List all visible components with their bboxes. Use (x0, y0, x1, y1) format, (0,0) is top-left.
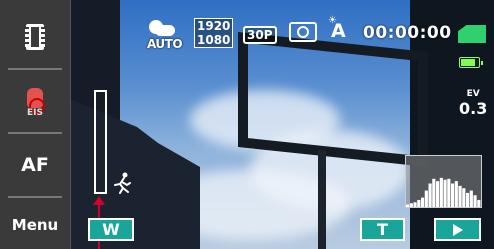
eis-button[interactable]: EIS (0, 72, 70, 130)
histogram-bar (458, 185, 462, 207)
histogram-bar (428, 183, 432, 207)
battery-fill (461, 59, 476, 66)
scene-mode-indicator[interactable]: AUTO (147, 20, 183, 52)
menu-label: Menu (11, 215, 59, 234)
histogram-bar (439, 177, 443, 207)
white-balance-indicator[interactable]: ☀ A (328, 15, 346, 42)
eis-hand-icon: EIS (18, 84, 52, 118)
playback-button[interactable] (434, 218, 481, 241)
camera-viewfinder: EIS AF Menu W T AUTO 1920 1080 30P ☀ A 0… (0, 0, 494, 249)
scene-mode-label: AUTO (147, 37, 183, 51)
spot-meter-icon[interactable] (289, 22, 317, 42)
resolution-indicator[interactable]: 1920 1080 (194, 18, 234, 48)
histogram-bar (447, 178, 451, 207)
zoom-level-bar (94, 90, 107, 194)
eis-label: EIS (27, 108, 43, 118)
frame-rate-indicator[interactable]: 30P (243, 26, 277, 44)
resolution-width: 1920 (197, 19, 231, 33)
histogram-bar (413, 202, 417, 207)
histogram-bar (473, 195, 477, 207)
ev-label: EV (466, 89, 480, 99)
histogram-bar (409, 203, 413, 207)
histogram-bar (424, 190, 428, 207)
histogram (405, 155, 482, 208)
histogram-bar (443, 179, 447, 207)
scene-pole (318, 150, 326, 249)
histogram-bar (421, 197, 425, 207)
divider (8, 132, 62, 134)
play-icon (452, 223, 463, 236)
histogram-bar (454, 181, 458, 207)
ev-value: 0.3 (459, 99, 488, 118)
video-mode-button[interactable] (0, 8, 70, 66)
af-label: AF (21, 154, 49, 176)
histogram-bar (451, 183, 455, 207)
record-timer: 00:00:00 (363, 23, 452, 43)
zoom-wide-label: W (102, 220, 120, 239)
battery-icon (459, 57, 483, 68)
histogram-bar (432, 178, 436, 207)
resolution-height: 1080 (197, 33, 231, 47)
frame-rate-label: 30P (247, 28, 273, 42)
left-panel: EIS AF Menu (0, 0, 71, 249)
zoom-wide-button[interactable]: W (88, 218, 134, 241)
histogram-bar (417, 199, 421, 207)
histogram-bar (436, 181, 440, 207)
menu-button[interactable]: Menu (0, 200, 70, 249)
running-figure-icon (113, 172, 133, 199)
film-strip-icon (25, 24, 45, 50)
zoom-tele-button[interactable]: T (360, 218, 405, 241)
white-balance-auto-icon: ☀ (328, 15, 337, 26)
histogram-bar (466, 192, 470, 207)
histogram-bar (406, 204, 410, 207)
divider (8, 196, 62, 198)
histogram-bar (462, 188, 466, 207)
zoom-tele-label: T (377, 220, 388, 239)
scene-sign-frame (238, 32, 428, 167)
histogram-bar (477, 199, 481, 207)
exposure-value-indicator[interactable]: EV 0.3 (459, 89, 488, 119)
divider (8, 68, 62, 70)
histogram-bar (469, 190, 473, 207)
af-button[interactable]: AF (0, 136, 70, 194)
